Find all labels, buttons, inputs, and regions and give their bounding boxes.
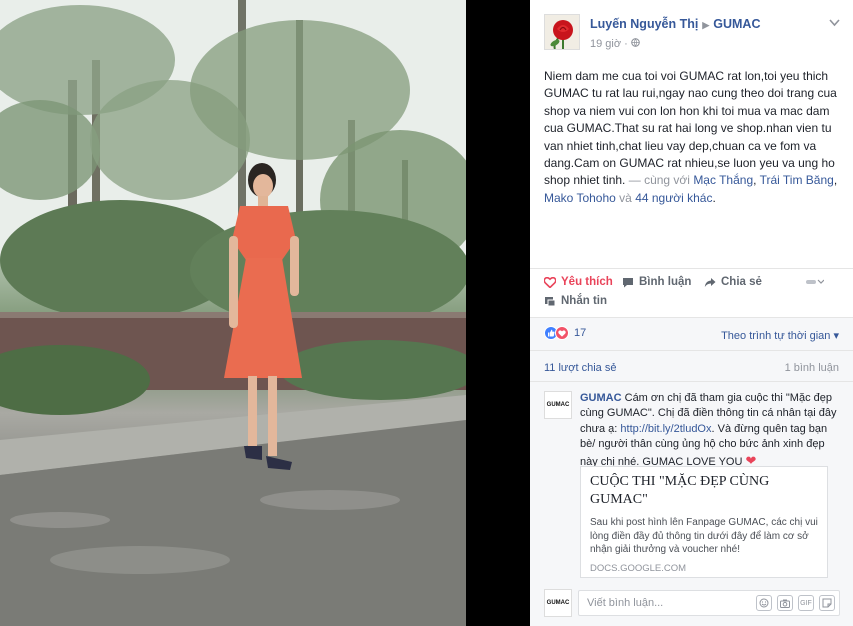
comment-placeholder: Viết bình luận... [587,597,664,609]
post-meta: 19 giờ · [590,38,640,50]
link-preview-card[interactable]: CUỘC THI "MẶC ĐẸP CÙNG GUMAC" Sau khi po… [580,466,828,578]
tag-and: và [615,190,636,205]
divider [530,350,853,351]
author-name-link[interactable]: Luyến Nguyễn Thị [590,17,698,31]
post-message: Niem dam me cua toi voi GUMAC rat lon,to… [544,69,837,188]
commenter-name-link[interactable]: GUMAC [580,392,622,404]
comments-count: 1 bình luận [784,362,839,374]
photo-gutter [466,0,530,626]
comment-button[interactable]: Bình luận [622,276,691,288]
post-time-link[interactable]: 19 giờ [590,38,621,50]
tag-separator: , [833,173,838,188]
page-name-link[interactable]: GUMAC [713,17,760,31]
comment-composer: GUMAC Viết bình luận... GIF [544,588,844,618]
share-arrow-icon [704,277,716,287]
comment-input[interactable]: Viết bình luận... GIF [578,590,840,616]
comment-icon [623,277,633,287]
comment-sort-dropdown[interactable]: Theo trình tự thời gian ▾ [721,329,839,342]
author-avatar[interactable] [544,14,580,50]
card-description: Sau khi post hình lên Fanpage GUMAC, các… [590,517,818,555]
composer-avatar: GUMAC [544,589,572,617]
post-author-line: Luyến Nguyễn Thị ▶ GUMAC [590,17,760,31]
reactions-selector-icon[interactable] [806,278,829,286]
message-icon [545,296,556,306]
share-label: Chia sẻ [721,276,762,288]
tagged-friend-link[interactable]: Mạc Thắng [693,173,753,187]
love-reaction-icon [555,326,569,340]
comment-body: GUMAC Cám ơn chị đã tham gia cuộc thi "M… [580,391,842,470]
post-photo[interactable] [0,0,466,626]
reactions-summary[interactable]: 17 [544,326,586,340]
message-label: Nhắn tin [561,295,607,307]
heart-icon [544,276,556,288]
message-button[interactable]: Nhắn tin [544,295,607,307]
share-to-arrow-icon: ▶ [702,20,710,30]
divider [530,268,853,269]
post-options-chevron-icon[interactable] [829,16,840,30]
tag-end: . [712,190,716,205]
photo-illustration [0,0,466,626]
rose-avatar-icon [545,15,579,49]
shares-count-link[interactable]: 11 lượt chia sẻ [544,362,616,374]
camera-icon[interactable] [777,595,793,611]
comment-url-link[interactable]: http://bit.ly/2tludOx [620,423,711,435]
tagged-friend-link[interactable]: Mako Tohoho [544,191,616,205]
tagged-others-link[interactable]: 44 người khác [635,191,712,205]
like-label: Yêu thích [561,276,613,288]
sticker-icon[interactable] [819,595,835,611]
public-globe-icon [631,38,640,50]
post-side-panel: Luyến Nguyễn Thị ▶ GUMAC 19 giờ · Niem dam… [530,0,853,626]
composer-icons: GIF [756,595,835,611]
post-body-text: Niem dam me cua toi voi GUMAC rat lon,to… [544,68,842,207]
with-prefix: — cùng với [625,173,694,188]
dot-separator: · [624,38,631,50]
gif-icon[interactable]: GIF [798,595,814,611]
card-domain: DOCS.GOOGLE.COM [590,563,687,574]
post-action-bar: Yêu thích Bình luận Chia sẻ Nhắn tin [544,276,844,316]
comment-label: Bình luận [639,276,692,288]
divider [530,317,853,318]
tagged-friend-link[interactable]: Trái Tim Băng [760,173,834,187]
like-button[interactable]: Yêu thích [544,276,613,288]
post-header: Luyến Nguyễn Thị ▶ GUMAC 19 giờ · [544,14,844,54]
reaction-count: 17 [574,327,587,339]
divider [530,381,853,382]
emoji-icon[interactable] [756,595,772,611]
share-button[interactable]: Chia sẻ [704,276,762,288]
card-title: CUỘC THI "MẶC ĐẸP CÙNG GUMAC" [590,474,770,507]
commenter-avatar[interactable]: GUMAC [544,391,572,419]
